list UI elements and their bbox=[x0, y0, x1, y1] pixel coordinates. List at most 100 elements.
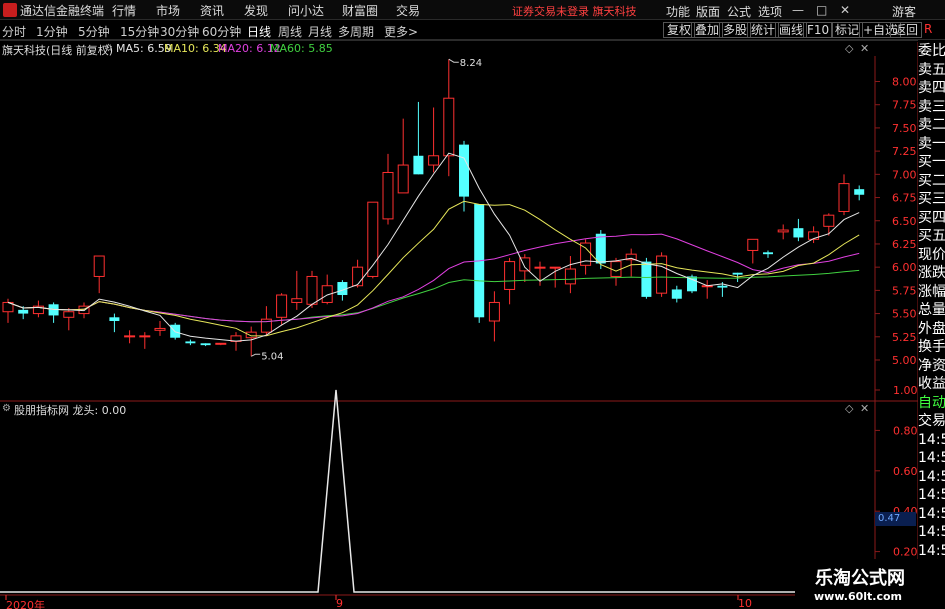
menu-trade[interactable]: 交易 bbox=[396, 2, 420, 19]
candle-up bbox=[276, 294, 288, 318]
sub-legend: ⚙ 股朋指标网 龙头: 0.00 ◇ ✕ bbox=[0, 401, 875, 417]
period-tab-5min[interactable]: 5分钟 bbox=[78, 23, 110, 40]
candle-up bbox=[534, 266, 546, 269]
sub-close-icon[interactable]: ✕ bbox=[860, 402, 869, 415]
right-tab-r[interactable]: R bbox=[921, 22, 935, 38]
minimize-icon[interactable]: — bbox=[792, 3, 804, 17]
side-list-item: 总量 bbox=[918, 302, 945, 318]
close-icon[interactable]: ✕ bbox=[840, 3, 850, 17]
login-notice[interactable]: 证券交易未登录 旗天科技 bbox=[512, 3, 637, 19]
side-list-item: 14:56 bbox=[918, 542, 945, 559]
period-tab-monthly[interactable]: 月线 bbox=[308, 23, 332, 40]
candle-down bbox=[717, 285, 728, 288]
price-tick-label: 6.75 bbox=[892, 192, 917, 205]
maximize-icon[interactable]: □ bbox=[816, 3, 827, 17]
menu-ask[interactable]: 问小达 bbox=[288, 2, 324, 19]
menu-news[interactable]: 资讯 bbox=[200, 2, 224, 19]
indicator-line bbox=[0, 389, 875, 593]
period-tab-30min[interactable]: 30分钟 bbox=[160, 23, 199, 40]
menu-discover[interactable]: 发现 bbox=[244, 2, 268, 19]
side-list-item: 换手 bbox=[918, 339, 945, 355]
candle-up bbox=[382, 171, 394, 220]
side-list-item: 14:56 bbox=[918, 524, 945, 540]
tool-back-button[interactable]: 返回 bbox=[890, 22, 923, 38]
candle-up bbox=[139, 335, 151, 338]
side-list-item: 卖五 bbox=[918, 61, 945, 78]
tool-f10-button[interactable]: F10 bbox=[803, 22, 834, 38]
side-list-item: 自动 bbox=[918, 394, 945, 411]
side-list-item: 买一 bbox=[918, 154, 945, 170]
indicator-settings-icon[interactable]: ⚙ bbox=[2, 403, 11, 414]
period-toolbar: 分时 1分钟 5分钟 15分钟 30分钟 60分钟 日线 周线 月线 多周期 更… bbox=[0, 21, 945, 40]
sub-expand-icon[interactable]: ◇ bbox=[845, 402, 853, 415]
candle-up bbox=[488, 301, 500, 322]
candle-up bbox=[504, 261, 516, 290]
side-list-item: 买四 bbox=[918, 209, 945, 226]
period-tab-intraday[interactable]: 分时 bbox=[2, 23, 26, 40]
candle-down bbox=[793, 228, 804, 238]
watermark-url: www.60lt.com bbox=[814, 590, 903, 603]
period-tab-multi[interactable]: 多周期 bbox=[338, 23, 374, 40]
kline-chart[interactable]: 8.00 7.75 7.50 7.25 7.00 6.75 6.50 6.25 6.00 5.75… bbox=[0, 40, 918, 609]
period-tab-60min[interactable]: 60分钟 bbox=[202, 23, 241, 40]
side-list-item: 涨幅 bbox=[918, 283, 945, 300]
period-tab-more[interactable]: 更多> bbox=[384, 23, 418, 40]
period-tab-15min[interactable]: 15分钟 bbox=[120, 23, 159, 40]
candle-up bbox=[93, 255, 105, 277]
menu-function[interactable]: 功能 bbox=[666, 3, 690, 20]
candle-up bbox=[656, 255, 668, 294]
price-tick-label: 8.00 bbox=[892, 76, 917, 89]
side-list-item: 买五 bbox=[918, 228, 945, 244]
candle-down bbox=[671, 289, 682, 299]
side-list-item: 买三 bbox=[918, 191, 945, 207]
sub-tick-label: 0.80 bbox=[893, 424, 918, 437]
ma5-line bbox=[7, 152, 860, 342]
side-list-item: 交易 bbox=[918, 413, 945, 429]
period-tab-daily[interactable]: 日线 bbox=[247, 23, 271, 40]
side-list-item: 涨跌 bbox=[918, 265, 945, 281]
candle-down bbox=[854, 189, 865, 195]
x-label-oct: 10 bbox=[738, 597, 752, 609]
side-list-item: 14:56 bbox=[918, 450, 945, 466]
guest-label[interactable]: 游客 bbox=[892, 3, 916, 20]
app-logo-icon bbox=[3, 3, 17, 17]
candle-up bbox=[549, 266, 561, 269]
candle-up bbox=[63, 311, 75, 318]
side-list-item: 卖二 bbox=[918, 117, 945, 133]
candle-up bbox=[428, 155, 440, 166]
high-marker bbox=[448, 58, 459, 63]
candle-up bbox=[306, 275, 318, 305]
period-tab-weekly[interactable]: 周线 bbox=[278, 23, 302, 40]
candle-up bbox=[823, 214, 835, 227]
period-tab-1min[interactable]: 1分钟 bbox=[36, 23, 68, 40]
low-marker bbox=[250, 353, 261, 357]
menu-layout[interactable]: 版面 bbox=[696, 3, 720, 20]
price-tick-label: 5.50 bbox=[892, 308, 917, 321]
watermark-title: 乐淘公式网 bbox=[815, 568, 905, 589]
price-tick-label: 7.25 bbox=[892, 145, 917, 158]
side-list-item: 14:56 bbox=[918, 487, 945, 503]
price-tick-label: 6.25 bbox=[892, 238, 917, 251]
price-tick-label: 6.00 bbox=[892, 261, 917, 274]
menu-options[interactable]: 选项 bbox=[758, 3, 782, 20]
candle-down bbox=[18, 309, 29, 314]
candle-up bbox=[352, 266, 364, 287]
menu-quotes[interactable]: 行情 bbox=[112, 2, 136, 19]
candle-up bbox=[564, 268, 576, 285]
sub-tick-label: 0.60 bbox=[893, 465, 918, 478]
menu-market[interactable]: 市场 bbox=[156, 2, 180, 19]
side-list-item: 14:56 bbox=[918, 468, 945, 485]
top-border bbox=[0, 40, 918, 41]
side-list-item: 卖一 bbox=[918, 135, 945, 152]
side-list-item: 收益 bbox=[918, 376, 945, 392]
side-list-item: 现价 bbox=[918, 246, 945, 263]
menu-wealth[interactable]: 财富圈 bbox=[342, 2, 378, 19]
side-list-item: 外盘 bbox=[918, 320, 945, 337]
menu-formula[interactable]: 公式 bbox=[727, 3, 751, 20]
low-label: 5.04 bbox=[261, 351, 283, 362]
price-tick-label: 5.00 bbox=[892, 354, 917, 367]
candle-down bbox=[459, 144, 469, 197]
candle-up bbox=[777, 229, 789, 233]
candle-down bbox=[641, 261, 652, 297]
candle-up bbox=[443, 97, 455, 157]
